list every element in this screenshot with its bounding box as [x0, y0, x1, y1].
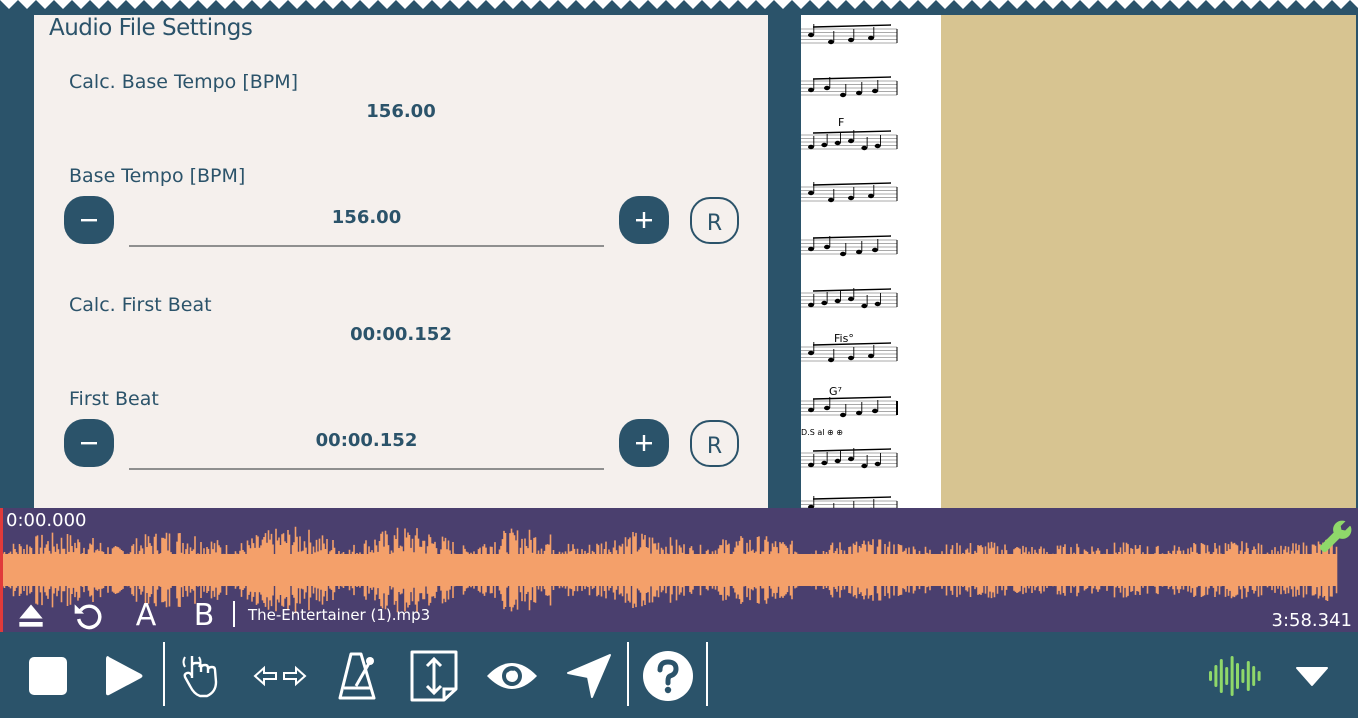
- base-tempo-increment-button[interactable]: [619, 196, 669, 244]
- toolbar-separator: [163, 642, 165, 706]
- hand-tool-button[interactable]: [176, 644, 236, 708]
- wrench-icon[interactable]: [1316, 518, 1354, 556]
- stop-button[interactable]: [18, 644, 78, 708]
- help-icon: [643, 651, 693, 701]
- eject-icon[interactable]: [14, 600, 48, 630]
- toolbar-separator: [706, 642, 708, 706]
- sheet-background-area: [941, 15, 1356, 508]
- marker-b-button[interactable]: B: [186, 598, 222, 633]
- calc-first-beat-value: 00:00.152: [350, 324, 452, 345]
- current-time: 0:00.000: [6, 510, 87, 531]
- calc-base-tempo-label: Calc. Base Tempo [BPM]: [69, 71, 299, 93]
- audio-filename: The-Entertainer (1).mp3: [248, 606, 431, 624]
- waveform-icon: [1209, 656, 1261, 696]
- visibility-button[interactable]: [482, 644, 542, 708]
- minus-icon: [81, 219, 97, 222]
- chord-label-f: F: [838, 116, 845, 129]
- ds-al-coda-text: D.S al ⊕ ⊕: [801, 428, 843, 437]
- hand-pointer-icon: [182, 656, 218, 698]
- dropdown-button[interactable]: [1282, 644, 1342, 708]
- sheet-music-view[interactable]: F Fis° G⁷ D.S al ⊕ ⊕: [801, 15, 941, 508]
- panel-title: Audio File Settings: [49, 15, 253, 41]
- total-time: 3:58.341: [1271, 610, 1353, 631]
- marker-a-button[interactable]: A: [128, 598, 164, 633]
- calc-base-tempo-value: 156.00: [366, 101, 436, 122]
- calc-first-beat-label: Calc. First Beat: [69, 294, 212, 316]
- metronome-button[interactable]: [327, 644, 387, 708]
- metronome-icon: [338, 652, 376, 700]
- play-button[interactable]: [94, 644, 154, 708]
- toolbar-separator: [627, 642, 629, 706]
- undo-icon[interactable]: [70, 598, 106, 632]
- eye-icon: [487, 663, 537, 689]
- first-beat-reset-button[interactable]: R: [690, 420, 739, 467]
- page-resize-button[interactable]: [404, 644, 464, 708]
- audio-file-settings-panel: Audio File Settings Calc. Base Tempo [BP…: [34, 15, 768, 508]
- top-border-decoration: [0, 0, 1358, 12]
- play-icon: [106, 656, 143, 696]
- first-beat-increment-button[interactable]: [619, 419, 669, 467]
- page-resize-icon: [410, 650, 458, 702]
- plus-icon: [636, 435, 652, 451]
- base-tempo-label: Base Tempo [BPM]: [69, 165, 246, 187]
- app-root: Audio File Settings Calc. Base Tempo [BP…: [0, 0, 1358, 718]
- left-right-arrows-icon: [253, 665, 307, 687]
- base-tempo-input[interactable]: 156.00: [129, 195, 604, 247]
- first-beat-input[interactable]: 00:00.152: [129, 418, 604, 470]
- waveform-panel[interactable]: 0:00.000 3:58.341 A B The-Entertainer (1…: [0, 508, 1358, 633]
- chord-label-g7: G⁷: [829, 385, 842, 398]
- waveform-toolbar-separator: [233, 601, 235, 627]
- plus-icon: [636, 212, 652, 228]
- first-beat-label: First Beat: [69, 388, 159, 410]
- bottom-toolbar: [0, 632, 1358, 718]
- navigate-button[interactable]: [559, 644, 619, 708]
- minus-icon: [81, 442, 97, 445]
- first-beat-decrement-button[interactable]: [64, 419, 114, 467]
- base-tempo-decrement-button[interactable]: [64, 196, 114, 244]
- waveform-toggle-button[interactable]: [1205, 644, 1265, 708]
- navigation-arrow-icon: [567, 654, 611, 698]
- dropdown-arrow-icon: [1296, 667, 1328, 686]
- left-right-button[interactable]: [250, 644, 310, 708]
- chord-label-fis: Fis°: [834, 332, 854, 345]
- base-tempo-reset-button[interactable]: R: [690, 197, 739, 244]
- playback-cursor[interactable]: [0, 508, 3, 632]
- help-button[interactable]: [638, 644, 698, 708]
- stop-icon: [29, 657, 67, 695]
